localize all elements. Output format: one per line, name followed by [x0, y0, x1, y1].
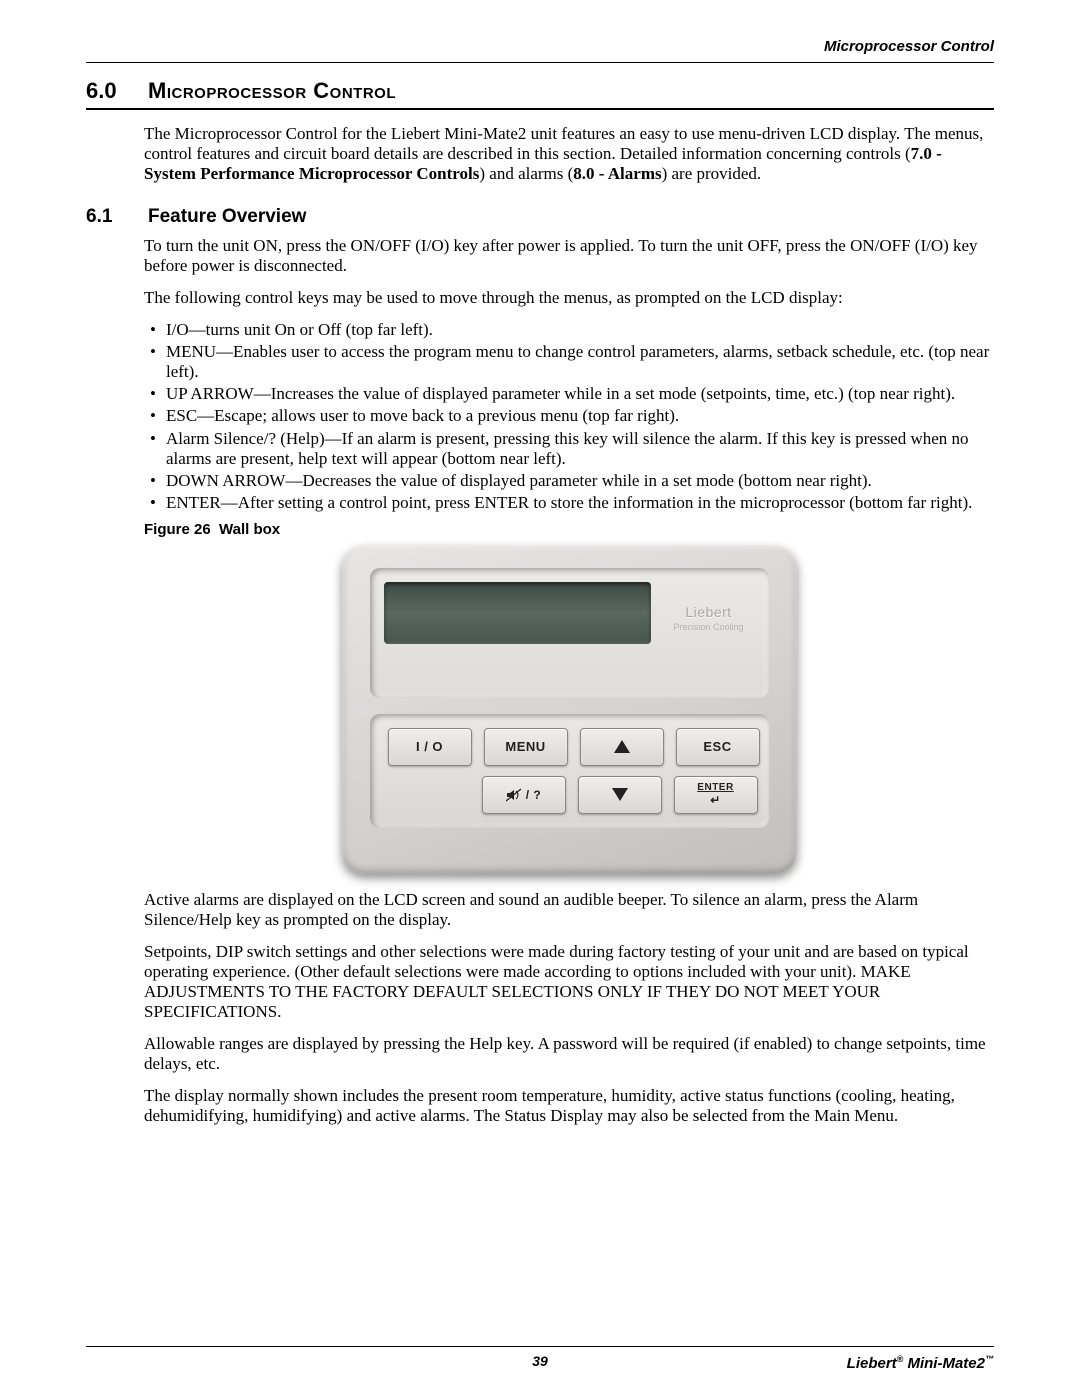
para-onoff: To turn the unit ON, press the ON/OFF (I…	[144, 236, 994, 276]
triangle-up-icon	[614, 740, 630, 753]
key-list: I/O—turns unit On or Off (top far left).…	[144, 320, 994, 512]
running-head: Microprocessor Control	[824, 38, 994, 55]
speaker-mute-icon	[506, 788, 522, 802]
lcd-panel: Liebert Precision Cooling	[370, 568, 769, 698]
intro-paragraph: The Microprocessor Control for the Liebe…	[144, 124, 994, 184]
figure-label: Figure 26	[144, 521, 211, 538]
footer-brand: Liebert® Mini-Mate2™	[847, 1354, 994, 1372]
trademark-icon: ™	[985, 1354, 994, 1364]
figure-title: Wall box	[219, 521, 280, 538]
silence-label: / ?	[526, 788, 542, 802]
wallbox-device: Liebert Precision Cooling I / O MENU ESC	[342, 546, 797, 874]
bottom-rule	[86, 1346, 994, 1347]
menu-button[interactable]: MENU	[484, 728, 568, 766]
triangle-down-icon	[612, 788, 628, 801]
key-item: MENU—Enables user to access the program …	[166, 342, 994, 382]
intro-text-post: ) are provided.	[662, 164, 762, 183]
brand-area: Liebert Precision Cooling	[663, 582, 755, 632]
key-item: Alarm Silence/? (Help)—If an alarm is pr…	[166, 429, 994, 469]
para-alarms: Active alarms are displayed on the LCD s…	[144, 890, 994, 930]
esc-button[interactable]: ESC	[676, 728, 760, 766]
enter-label: ENTER	[697, 783, 733, 793]
key-item: ENTER—After setting a control point, pre…	[166, 493, 994, 513]
intro-text-pre: The Microprocessor Control for the Liebe…	[144, 124, 983, 163]
para-ranges: Allowable ranges are displayed by pressi…	[144, 1034, 994, 1074]
brand-subtitle: Precision Cooling	[663, 622, 755, 632]
key-item: UP ARROW—Increases the value of displaye…	[166, 384, 994, 404]
brand-name: Liebert	[663, 604, 755, 620]
para-display: The display normally shown includes the …	[144, 1086, 994, 1126]
intro-text-mid: ) and alarms (	[479, 164, 573, 183]
section-rule	[86, 108, 994, 110]
section-title: Microprocessor Control	[148, 78, 396, 104]
keypad-panel: I / O MENU ESC	[370, 714, 769, 828]
subsection-title: Feature Overview	[148, 206, 306, 228]
top-rule	[86, 62, 994, 63]
footer-brand-prefix: Liebert	[847, 1355, 897, 1372]
key-item: ESC—Escape; allows user to move back to …	[166, 406, 994, 426]
subsection-number: 6.1	[86, 206, 144, 228]
up-arrow-button[interactable]	[580, 728, 664, 766]
key-item: I/O—turns unit On or Off (top far left).	[166, 320, 994, 340]
enter-button[interactable]: ENTER ↵	[674, 776, 758, 814]
footer-brand-mid: Mini-Mate2	[903, 1355, 985, 1372]
intro-bold-2: 8.0 - Alarms	[573, 164, 661, 183]
key-item: DOWN ARROW—Decreases the value of displa…	[166, 471, 994, 491]
para-setpoints: Setpoints, DIP switch settings and other…	[144, 942, 994, 1022]
figure-caption: Figure 26 Wall box	[144, 521, 994, 538]
section-number: 6.0	[86, 78, 144, 104]
alarm-silence-button[interactable]: / ?	[482, 776, 566, 814]
para-keys-intro: The following control keys may be used t…	[144, 288, 994, 308]
io-button[interactable]: I / O	[388, 728, 472, 766]
down-arrow-button[interactable]	[578, 776, 662, 814]
lcd-screen	[384, 582, 651, 644]
return-arrow-icon: ↵	[710, 794, 721, 806]
